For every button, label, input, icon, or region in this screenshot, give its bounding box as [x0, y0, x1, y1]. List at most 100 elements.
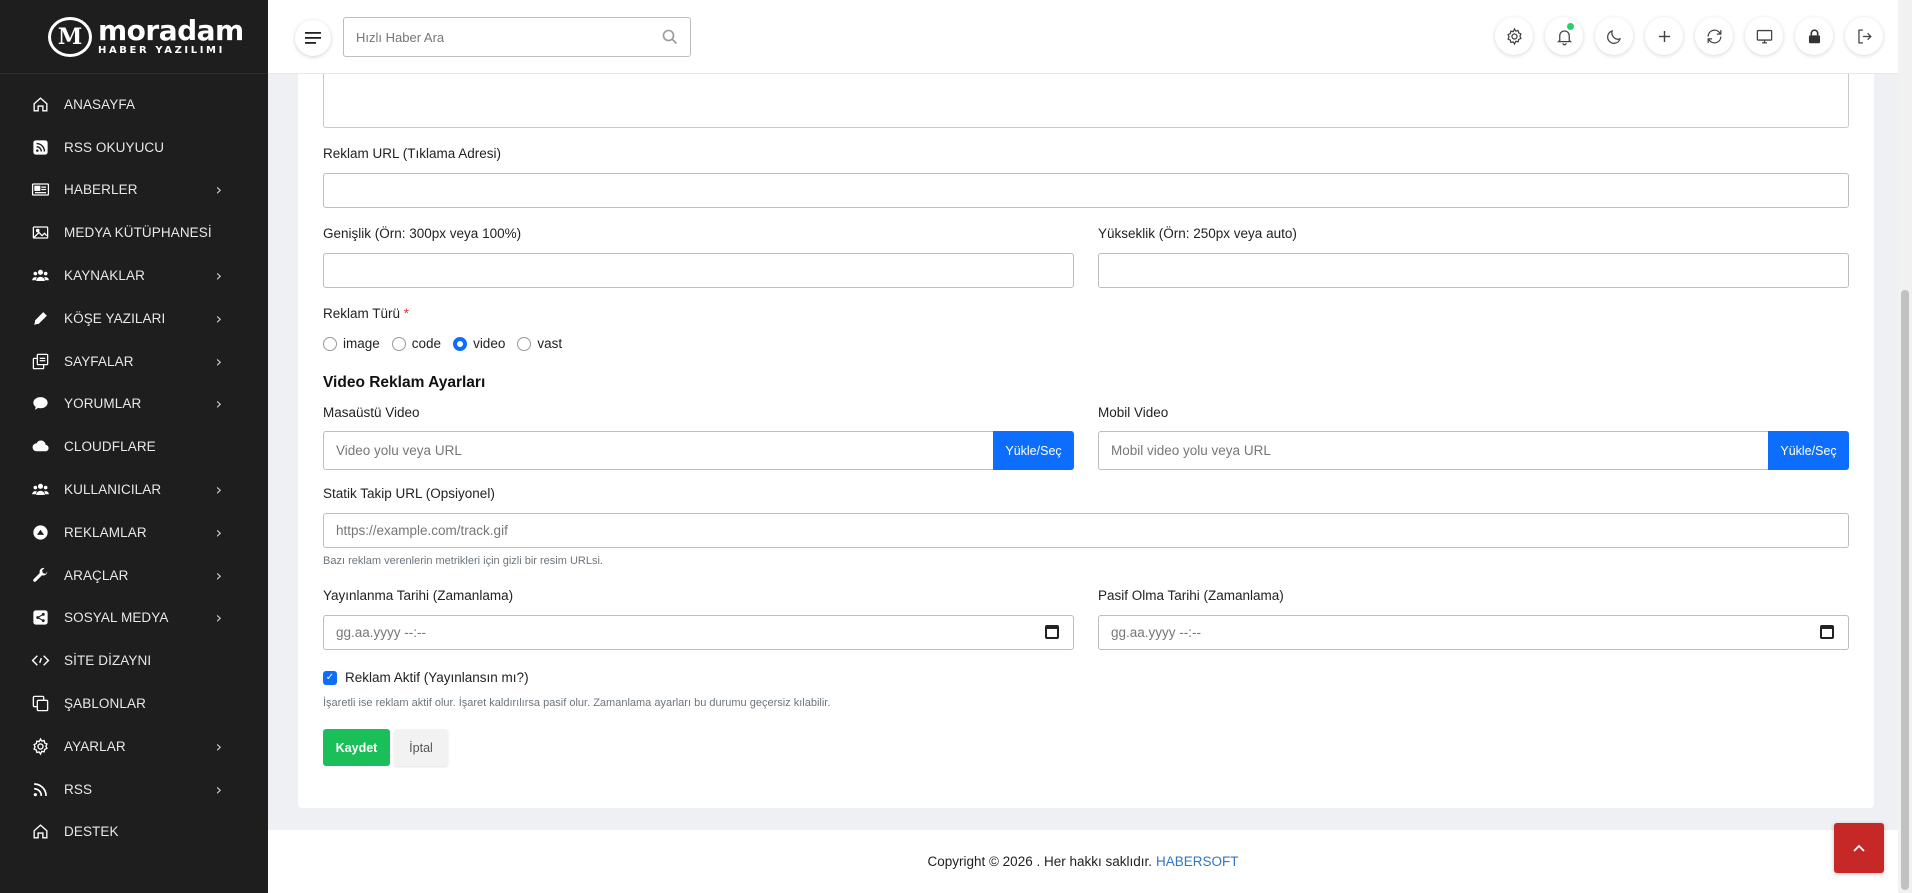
- chevron-right-icon: ›: [215, 351, 222, 371]
- ad-type-radio-code[interactable]: code: [391, 336, 441, 351]
- logo-subtitle: HABER YAZILIMI: [98, 45, 225, 56]
- copyright-text: Copyright © 2026 . Her hakkı saklıdır.: [927, 854, 1153, 869]
- monitor-icon: [1756, 29, 1772, 43]
- active-checkbox-label: Reklam Aktif (Yayınlansın mı?): [345, 670, 529, 685]
- sidebar-item-araçlar[interactable]: ARAÇLAR ›: [0, 554, 268, 597]
- sidebar-item-label: SAYFALAR: [64, 353, 134, 369]
- chevron-right-icon: ›: [215, 480, 222, 500]
- expire-date-label: Pasif Olma Tarihi (Zamanlama): [1098, 588, 1284, 603]
- view-site-button[interactable]: [1745, 17, 1783, 55]
- lock-icon: [1808, 28, 1820, 43]
- chevron-right-icon: ›: [215, 608, 222, 628]
- required-mark: *: [403, 306, 410, 321]
- mobile-upload-button[interactable]: Yükle/Seç: [1768, 431, 1849, 470]
- logout-icon: [1857, 29, 1872, 43]
- pages-icon: [30, 351, 50, 371]
- sidebar-item-reklamlar[interactable]: REKLAMLAR ›: [0, 511, 268, 554]
- height-input[interactable]: [1098, 253, 1849, 288]
- width-input[interactable]: [323, 253, 1074, 288]
- sidebar-item-kaynaklar[interactable]: KAYNAKLAR ›: [0, 254, 268, 297]
- notifications-button[interactable]: [1545, 17, 1583, 55]
- sidebar-item-sosyal-medya[interactable]: SOSYAL MEDYA ›: [0, 597, 268, 640]
- save-button[interactable]: Kaydet: [323, 729, 390, 766]
- calendar-icon[interactable]: [1820, 625, 1834, 639]
- lock-screen-button[interactable]: [1795, 17, 1833, 55]
- sidebar-item-rss[interactable]: RSS ›: [0, 768, 268, 811]
- tracking-help-text: Bazı reklam verenlerin metrikleri için g…: [323, 555, 603, 567]
- sidebar-item-label: SOSYAL MEDYA: [64, 610, 169, 626]
- active-checkbox-row[interactable]: ✓ Reklam Aktif (Yayınlansın mı?): [323, 670, 529, 685]
- page-scrollbar[interactable]: [1898, 0, 1912, 893]
- topbar-actions: [1495, 17, 1883, 55]
- comment-icon: [30, 394, 50, 414]
- radio-label: video: [473, 336, 506, 351]
- calendar-icon[interactable]: [1045, 625, 1059, 639]
- footer-brand-link[interactable]: HABERSOFT: [1156, 854, 1239, 869]
- logout-button[interactable]: [1845, 17, 1883, 55]
- logo[interactable]: M moradam HABER YAZILIMI: [0, 0, 268, 74]
- ad-type-radio-vast[interactable]: vast: [517, 336, 562, 351]
- cancel-button[interactable]: İptal: [394, 729, 448, 766]
- mobile-video-input[interactable]: Mobil video yolu veya URL: [1098, 431, 1769, 470]
- sidebar-item-yorumlar[interactable]: YORUMLAR ›: [0, 383, 268, 426]
- sidebar-item-köşe-yazilari[interactable]: KÖŞE YAZILARI ›: [0, 297, 268, 340]
- image-icon: [30, 223, 50, 243]
- sidebar-item-label: KÖŞE YAZILARI: [64, 310, 166, 326]
- sidebar-item-sayfalar[interactable]: SAYFALAR ›: [0, 340, 268, 383]
- desktop-video-input[interactable]: Video yolu veya URL: [323, 431, 994, 470]
- sidebar: M moradam HABER YAZILIMI ANASAYFA RSS OKU…: [0, 0, 268, 893]
- sidebar-item-label: MEDYA KÜTÜPHANESİ: [64, 225, 212, 241]
- search-icon[interactable]: [662, 29, 678, 45]
- scrollbar-thumb[interactable]: [1901, 290, 1909, 890]
- home-icon: [30, 822, 50, 842]
- sidebar-item-cloudflare[interactable]: CLOUDFLARE: [0, 425, 268, 468]
- sidebar-item-ayarlar[interactable]: AYARLAR ›: [0, 725, 268, 768]
- sidebar-item-anasayfa[interactable]: ANASAYFA: [0, 83, 268, 126]
- ad-type-radio-video[interactable]: video: [453, 336, 505, 351]
- radio-circle[interactable]: [453, 336, 468, 351]
- sync-button[interactable]: [1695, 17, 1733, 55]
- back-to-top-button[interactable]: [1834, 823, 1884, 873]
- tracking-url-input[interactable]: https://example.com/track.gif: [323, 513, 1849, 548]
- hamburger-icon: [305, 32, 321, 44]
- sidebar-item-label: CLOUDFLARE: [64, 439, 156, 455]
- ad-code-textarea[interactable]: [323, 74, 1849, 128]
- rss-icon: [30, 137, 50, 157]
- sidebar-item-label: RSS: [64, 781, 93, 797]
- search-box: [343, 17, 691, 57]
- desktop-upload-button[interactable]: Yükle/Seç: [993, 431, 1074, 470]
- video-section-title: Video Reklam Ayarları: [323, 374, 486, 391]
- sidebar-item-kullanicilar[interactable]: KULLANICILAR ›: [0, 468, 268, 511]
- gear-icon: [30, 736, 50, 756]
- radio-circle[interactable]: [517, 336, 532, 351]
- chevron-right-icon: ›: [215, 180, 222, 200]
- sidebar-item-medya-kütüphanesi̇[interactable]: MEDYA KÜTÜPHANESİ: [0, 211, 268, 254]
- users-icon: [30, 480, 50, 500]
- sidebar-item-label: AYARLAR: [64, 738, 126, 754]
- chevron-right-icon: ›: [215, 394, 222, 414]
- sidebar-item-rss-okuyucu[interactable]: RSS OKUYUCU: [0, 126, 268, 169]
- ad-url-input[interactable]: [323, 173, 1849, 208]
- add-button[interactable]: [1645, 17, 1683, 55]
- search-input[interactable]: [356, 29, 662, 45]
- menu-toggle-button[interactable]: [295, 20, 331, 56]
- ad-form-card: Reklam URL (Tıklama Adresi) Genişlik (Ör…: [298, 74, 1874, 808]
- sidebar-item-destek[interactable]: DESTEK: [0, 811, 268, 854]
- sidebar-nav: ANASAYFA RSS OKUYUCU HABERLER › MEDYA KÜTÜPH…: [0, 74, 268, 853]
- sidebar-item-şablonlar[interactable]: ŞABLONLAR: [0, 682, 268, 725]
- dark-mode-button[interactable]: [1595, 17, 1633, 55]
- sidebar-item-label: SİTE DİZAYNI: [64, 653, 152, 669]
- sidebar-item-si̇te-di̇zayni[interactable]: SİTE DİZAYNI: [0, 639, 268, 682]
- settings-button[interactable]: [1495, 17, 1533, 55]
- sidebar-item-label: REKLAMLAR: [64, 524, 147, 540]
- tracking-url-label: Statik Takip URL (Opsiyonel): [323, 486, 495, 501]
- radio-circle[interactable]: [391, 336, 406, 351]
- radio-circle[interactable]: [323, 336, 337, 351]
- sidebar-item-label: ANASAYFA: [64, 96, 136, 112]
- expire-date-input[interactable]: gg.aa.yyyy --:--: [1098, 615, 1849, 650]
- logo-mark-icon: M: [48, 16, 92, 57]
- ad-type-radio-image[interactable]: image: [323, 336, 380, 351]
- sidebar-item-haberler[interactable]: HABERLER ›: [0, 169, 268, 212]
- active-checkbox[interactable]: ✓: [323, 670, 337, 685]
- publish-date-input[interactable]: gg.aa.yyyy --:--: [323, 615, 1074, 650]
